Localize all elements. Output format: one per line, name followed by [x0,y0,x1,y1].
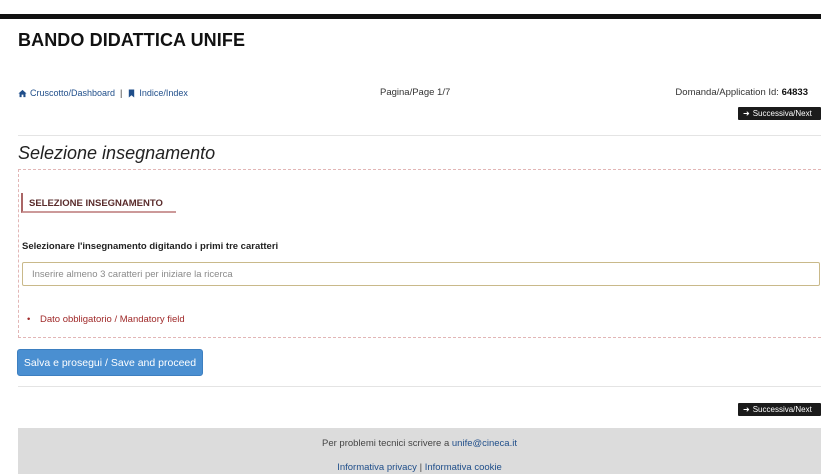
footer-support-text: Per problemi tecnici scrivere a [322,438,452,449]
page-title: Selezione insegnamento [18,143,216,163]
application-id-value: 64833 [781,87,808,98]
footer: Per problemi tecnici scrivere a unife@ci… [18,428,821,474]
support-email-link[interactable]: unife@cineca.it [452,438,517,449]
mandatory-bullet: • [27,314,31,325]
next-button-label: Successiva/Next [752,109,812,118]
divider [18,386,821,387]
footer-support: Per problemi tecnici scrivere a unife@ci… [18,438,821,449]
save-and-proceed-button[interactable]: Salva e prosegui / Save and proceed [17,349,203,376]
next-button-top[interactable]: ➜ Successiva/Next [738,107,821,120]
arrow-right-icon: ➜ [743,109,750,118]
top-bar [0,14,821,19]
footer-separator: | [419,462,423,473]
footer-links: Informativa privacy | Informativa cookie [18,462,821,473]
divider [18,135,821,136]
app-title: BANDO DIDATTICA UNIFE [18,30,246,50]
page-indicator: Pagina/Page 1/7 [380,87,451,98]
course-field-label: Selezionare l'insegnamento digitando i p… [22,241,279,252]
home-icon [18,89,27,97]
dashboard-link[interactable]: Cruscotto/Dashboard [30,88,115,98]
arrow-right-icon: ➜ [743,405,750,414]
next-button-bottom[interactable]: ➜ Successiva/Next [738,403,821,416]
application-id: Domanda/Application Id: 64833 [675,87,808,98]
mandatory-text: Dato obbligatorio / Mandatory field [40,314,185,325]
next-button-label: Successiva/Next [752,405,812,414]
navigation-bar: Cruscotto/Dashboard | Indice/Index Pagin… [18,84,821,104]
index-link[interactable]: Indice/Index [139,88,188,98]
cookie-link[interactable]: Informativa cookie [425,462,502,473]
course-search-input[interactable] [22,262,820,286]
panel-subheader: SELEZIONE INSEGNAMENTO [21,193,176,213]
bookmark-icon [129,88,135,98]
mandatory-note: • Dato obbligatorio / Mandatory field [27,314,185,325]
application-id-label: Domanda/Application Id: [675,87,779,98]
nav-links: Cruscotto/Dashboard | Indice/Index [18,88,188,98]
privacy-link[interactable]: Informativa privacy [337,462,417,473]
nav-separator: | [120,88,123,98]
